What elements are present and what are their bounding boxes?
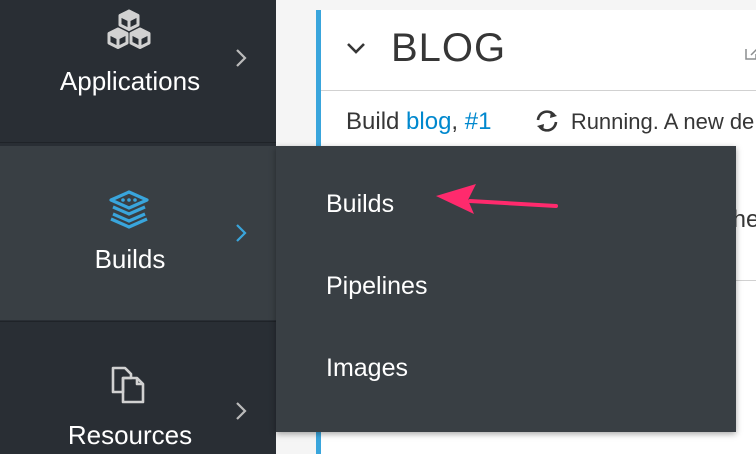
edit-icon[interactable]	[745, 46, 756, 60]
build-status-text: Running. A new de	[570, 109, 755, 134]
nav-label-resources: Resources	[67, 420, 193, 450]
chevron-down-icon[interactable]	[345, 40, 367, 56]
nav-item-resources[interactable]: Resources	[0, 321, 276, 454]
build-config-link[interactable]: blog	[406, 108, 451, 135]
annotation-arrow	[436, 184, 558, 214]
chevron-right-icon	[236, 224, 247, 242]
left-nav: Applications Builds Resources	[0, 0, 300, 454]
chevron-right-icon	[236, 402, 247, 420]
flyout-item-pipelines[interactable]: Pipelines	[326, 272, 427, 301]
build-number-link[interactable]: #1	[465, 108, 492, 135]
card-title: BLOG	[391, 26, 507, 70]
card-header: BLOG	[321, 10, 756, 91]
chevron-right-icon	[236, 49, 247, 67]
flyout-item-builds[interactable]: Builds	[326, 190, 394, 219]
nav-label-applications: Applications	[59, 66, 201, 96]
nav-label-builds: Builds	[94, 244, 166, 274]
copy-icon	[111, 366, 145, 404]
flyout-item-images[interactable]: Images	[326, 354, 408, 383]
cubes-icon	[107, 9, 151, 49]
layers-icon	[109, 190, 149, 229]
build-prefix: Build	[346, 108, 400, 135]
sync-icon	[536, 110, 558, 132]
build-separator: ,	[451, 108, 459, 135]
nav-item-builds[interactable]: Builds	[0, 146, 300, 320]
build-status-line: Build blog, #1 Running. A new de	[346, 108, 754, 136]
nav-item-applications[interactable]: Applications	[0, 0, 276, 143]
